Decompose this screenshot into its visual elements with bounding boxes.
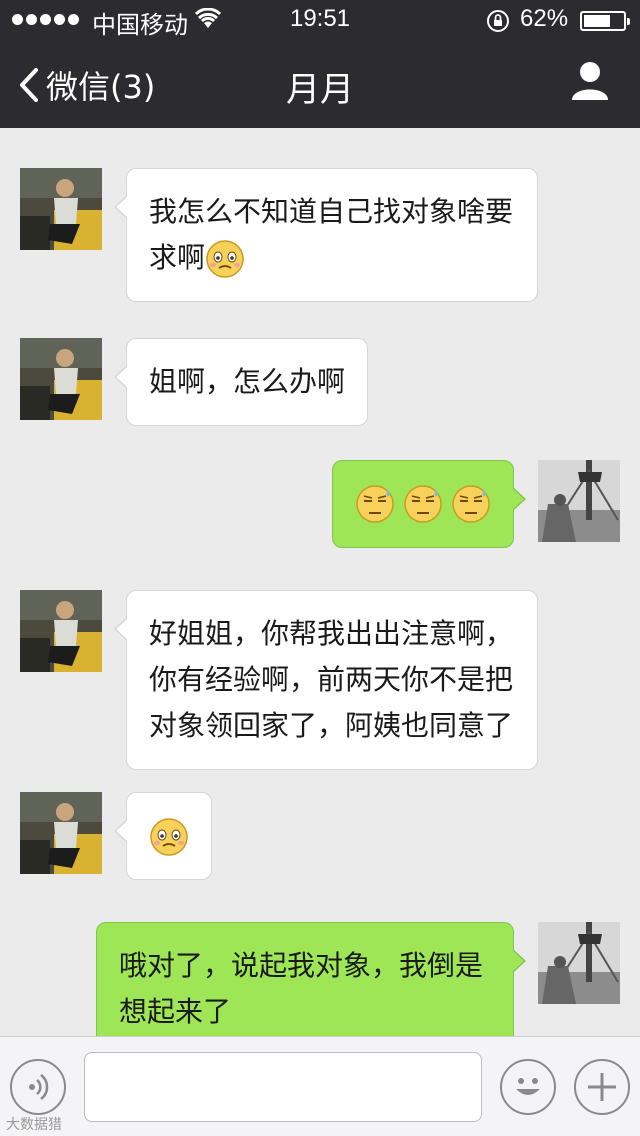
more-button[interactable]: [574, 1059, 630, 1115]
message-bubble[interactable]: 好姐姐，你帮我出出注意啊，你有经验啊，前两天你不是把对象领回家了，阿姨也同意了: [114, 590, 538, 770]
profile-icon[interactable]: [570, 60, 610, 100]
chevron-left-icon: [20, 68, 38, 102]
message-row: 我怎么不知道自己找对象啥要求啊: [0, 168, 640, 302]
top-bar: 中国移动 19:51 62% 微信(3) 月月: [0, 0, 640, 128]
message-text: 我怎么不知道自己找对象啥要求啊: [149, 195, 514, 274]
message-text: 姐啊，怎么办啊: [149, 365, 346, 398]
plus-icon: [588, 1073, 616, 1101]
battery-icon: [580, 11, 630, 31]
contact-avatar[interactable]: [20, 338, 102, 420]
contact-avatar[interactable]: [20, 168, 102, 250]
watermark: 大数据猎: [6, 1117, 62, 1133]
message-bubble[interactable]: 姐啊，怎么办啊: [113, 338, 369, 426]
sweat-face-icon: [356, 485, 394, 523]
sweat-face-icon: [404, 485, 442, 523]
input-bar: [0, 1036, 640, 1136]
smiley-icon: [516, 1078, 540, 1095]
my-avatar[interactable]: [538, 460, 620, 542]
emoji-button[interactable]: [500, 1059, 556, 1115]
nav-bar: 微信(3) 月月: [0, 40, 640, 128]
message-row: 哦对了，说起我对象，我倒是想起来了: [0, 922, 640, 1036]
message-row: [0, 460, 640, 550]
message-bubble[interactable]: [114, 792, 212, 880]
chat-area[interactable]: 我怎么不知道自己找对象啥要求啊 姐啊，怎么办啊 好姐姐，你帮我出出注意啊，你有经…: [0, 128, 640, 1036]
message-input[interactable]: [84, 1052, 482, 1122]
message-row: 好姐姐，你帮我出出注意啊，你有经验啊，前两天你不是把对象领回家了，阿姨也同意了: [0, 590, 640, 770]
back-label: 微信(3): [46, 68, 156, 106]
worried-face-icon: [206, 240, 244, 278]
rotation-lock-icon: [487, 10, 509, 32]
worried-face-icon: [150, 818, 188, 856]
message-row: 姐啊，怎么办啊: [0, 338, 640, 426]
message-bubble[interactable]: 哦对了，说起我对象，我倒是想起来了: [96, 922, 526, 1036]
status-bar: 中国移动 19:51 62%: [0, 0, 640, 40]
battery-fill: [584, 15, 611, 27]
message-row: [0, 792, 640, 882]
voice-icon: [29, 1074, 49, 1100]
contact-avatar[interactable]: [20, 792, 102, 874]
contact-avatar[interactable]: [20, 590, 102, 672]
message-text: 好姐姐，你帮我出出注意啊，你有经验啊，前两天你不是把对象领回家了，阿姨也同意了: [149, 617, 514, 742]
message-bubble[interactable]: 我怎么不知道自己找对象啥要求啊: [114, 168, 538, 302]
voice-button[interactable]: [10, 1059, 66, 1115]
message-text: 哦对了，说起我对象，我倒是想起来了: [119, 949, 484, 1028]
message-bubble[interactable]: [332, 460, 526, 548]
battery-percent: 62%: [520, 5, 569, 32]
emoji-row: [355, 481, 491, 527]
my-avatar[interactable]: [538, 922, 620, 1004]
sweat-face-icon: [452, 485, 490, 523]
back-button[interactable]: 微信(3): [18, 62, 155, 108]
